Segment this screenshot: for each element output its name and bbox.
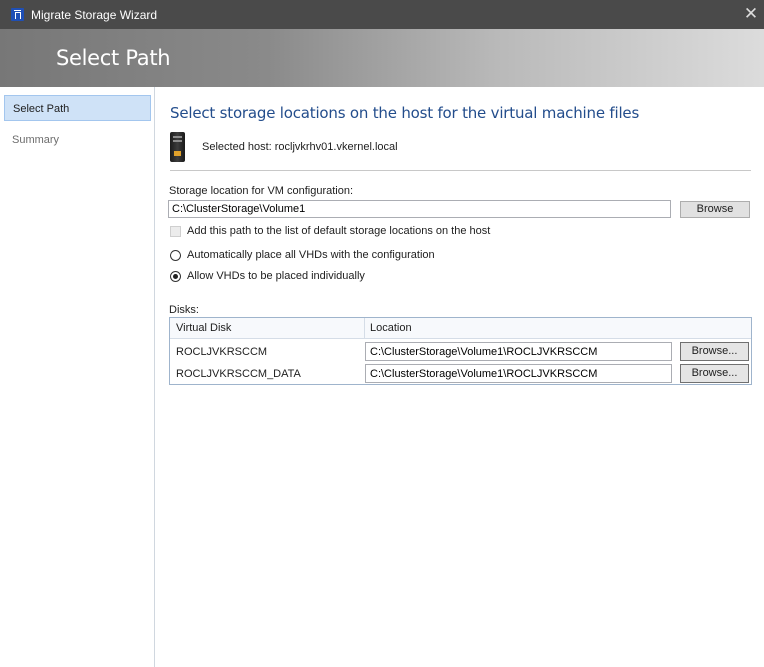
selected-host-value: rocljvkrhv01.vkernel.local [274,141,398,153]
column-header-virtual-disk[interactable]: Virtual Disk [176,322,231,334]
main-content: Select storage locations on the host for… [155,87,764,667]
disks-table: Virtual Disk Location ROCLJVKRSCCM Brows… [169,317,752,385]
page-banner: Select Path [0,29,764,87]
sidebar-item-summary[interactable]: Summary [4,127,151,153]
hyper-v-manager-icon [11,8,24,21]
storage-location-label: Storage location for VM configuration: [169,185,354,197]
divider [170,170,751,171]
column-header-location[interactable]: Location [370,322,412,334]
auto-place-vhds-label: Automatically place all VHDs with the co… [187,249,435,261]
wizard-steps-sidebar: Select Path Summary [0,87,155,667]
sidebar-item-label: Summary [12,134,60,146]
auto-place-vhds-radio[interactable] [170,250,181,261]
virtual-disk-name: ROCLJVKRSCCM [176,346,268,358]
place-vhds-individually-label: Allow VHDs to be placed individually [187,270,365,282]
section-heading: Select storage locations on the host for… [170,104,640,122]
disk-location-input[interactable] [365,342,672,361]
title-bar: Migrate Storage Wizard ✕ [0,0,764,29]
table-row[interactable]: ROCLJVKRSCCM Browse... [170,341,751,363]
disk-location-input[interactable] [365,364,672,383]
selected-host-label: Selected host: [202,141,272,153]
disk-browse-button[interactable]: Browse... [680,364,749,383]
disks-label: Disks: [169,304,199,316]
place-vhds-individually-radio[interactable] [170,271,181,282]
close-icon[interactable]: ✕ [742,5,760,23]
disks-table-header: Virtual Disk Location [170,318,751,339]
add-default-path-checkbox[interactable] [170,226,181,237]
sidebar-item-label: Select Path [13,103,70,115]
sidebar-item-select-path[interactable]: Select Path [4,95,151,121]
column-separator[interactable] [364,318,365,339]
page-title: Select Path [56,46,171,70]
storage-location-input[interactable] [168,200,671,218]
selected-host: Selected host: rocljvkrhv01.vkernel.local [202,141,398,153]
table-row[interactable]: ROCLJVKRSCCM_DATA Browse... [170,363,751,385]
virtual-disk-name: ROCLJVKRSCCM_DATA [176,368,301,380]
window-title: Migrate Storage Wizard [31,8,158,22]
add-default-path-label: Add this path to the list of default sto… [187,225,491,237]
disk-browse-button[interactable]: Browse... [680,342,749,361]
browse-button[interactable]: Browse [680,201,750,218]
server-icon [170,132,185,162]
